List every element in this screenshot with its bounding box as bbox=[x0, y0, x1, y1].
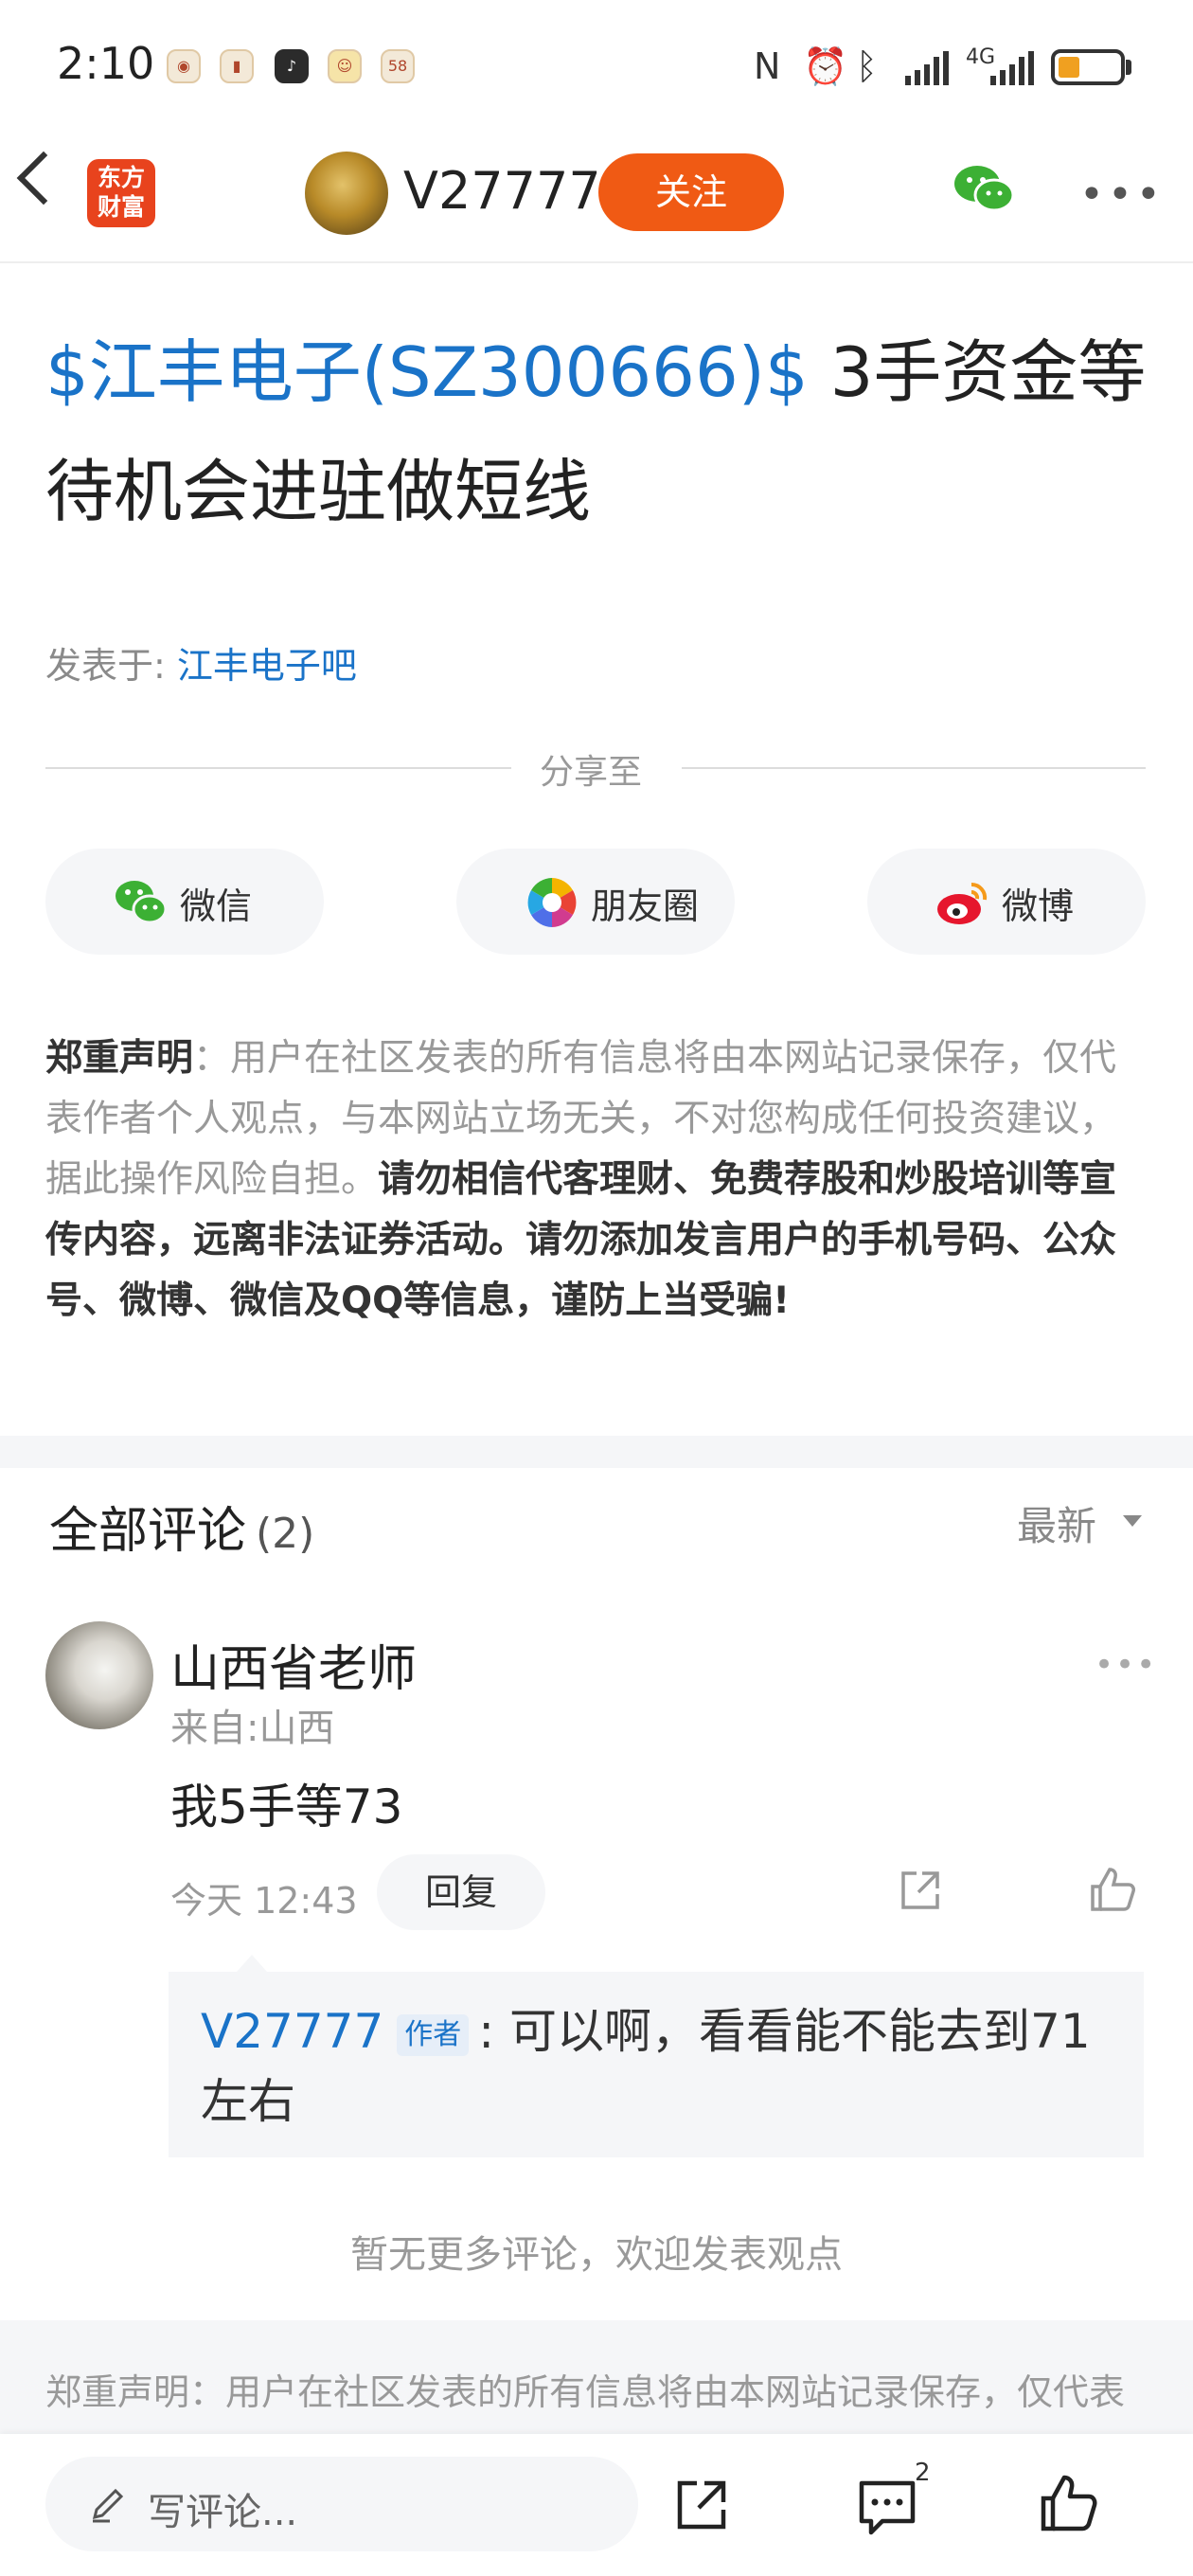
share-wechat-button[interactable]: 微信 bbox=[45, 849, 324, 955]
divider bbox=[45, 767, 511, 769]
section-separator bbox=[0, 1436, 1193, 1468]
comments-header: 全部评论 (2) bbox=[49, 1491, 314, 1562]
nfc-icon: N bbox=[754, 45, 781, 87]
message-icon: ☺ bbox=[328, 49, 362, 83]
weibo-icon bbox=[937, 882, 988, 924]
sort-dropdown[interactable]: 最新 bbox=[1017, 1494, 1096, 1552]
alarm-icon: ⏰ bbox=[803, 45, 848, 87]
signal-icon-2 bbox=[990, 49, 1038, 91]
author-badge: 作者 bbox=[397, 2013, 470, 2056]
disclaimer-head: 郑重声明 bbox=[45, 1037, 194, 1080]
comments-title: 全部评论 bbox=[49, 1503, 247, 1560]
commenter-name[interactable]: 山西省老师 bbox=[170, 1629, 417, 1700]
wechat-icon bbox=[116, 881, 168, 924]
red-app-icon: ▮ bbox=[220, 49, 254, 83]
write-comment-placeholder: 写评论... bbox=[148, 2491, 298, 2534]
share-moments-label: 朋友圈 bbox=[591, 886, 700, 927]
posted-prefix: 发表于: bbox=[45, 645, 177, 687]
toolbar-share-icon[interactable] bbox=[672, 2476, 731, 2534]
battery-icon bbox=[1051, 49, 1125, 85]
author-username[interactable]: V27777 bbox=[403, 161, 601, 221]
share-label: 分享至 bbox=[540, 753, 643, 792]
caret-down-icon[interactable] bbox=[1123, 1515, 1142, 1527]
news-icon: ◉ bbox=[167, 49, 201, 83]
author-reply[interactable]: V27777 作者: 可以啊，看看能不能去到71左右 bbox=[169, 1972, 1144, 2157]
more-options-icon[interactable]: ••• bbox=[1079, 174, 1165, 216]
follow-button[interactable]: 关注 bbox=[598, 153, 784, 231]
author-avatar[interactable] bbox=[305, 152, 388, 235]
logo-line-1: 东方 bbox=[97, 164, 145, 191]
comment-more-icon[interactable]: ••• bbox=[1095, 1646, 1157, 1684]
bluetooth-icon: ᛒ bbox=[856, 45, 878, 87]
commenter-location: 来自:山西 bbox=[170, 1707, 335, 1750]
commenter-avatar[interactable] bbox=[45, 1621, 153, 1729]
share-wechat-label: 微信 bbox=[180, 886, 253, 927]
board-link[interactable]: 江丰电子吧 bbox=[177, 645, 357, 687]
share-icon[interactable] bbox=[896, 1866, 945, 1915]
comment-text: 我5手等73 bbox=[170, 1780, 403, 1834]
battery-tip bbox=[1126, 60, 1131, 75]
share-weibo-label: 微博 bbox=[1002, 886, 1075, 927]
comments-count: (2) bbox=[256, 1510, 315, 1558]
tiktok-icon: ♪ bbox=[275, 49, 309, 83]
reply-username[interactable]: V27777 bbox=[201, 2004, 383, 2059]
reply-caret bbox=[237, 1955, 267, 1972]
app-58-icon: 58 bbox=[381, 49, 415, 83]
bottom-disclaimer: 郑重声明：用户在社区发表的所有信息将由本网站记录保存，仅代表作者个人观点，与本网… bbox=[45, 2371, 1126, 2413]
disclaimer: 郑重声明：用户在社区发表的所有信息将由本网站记录保存，仅代表作者个人观点，与本网… bbox=[45, 1029, 1149, 1332]
signal-icon bbox=[905, 49, 953, 91]
share-weibo-button[interactable]: 微博 bbox=[867, 849, 1146, 955]
logo-line-2: 财富 bbox=[97, 193, 145, 221]
back-icon[interactable] bbox=[16, 151, 71, 206]
comment-count-badge: 2 bbox=[915, 2459, 931, 2487]
app-logo[interactable]: 东方 财富 bbox=[87, 159, 155, 227]
divider bbox=[682, 767, 1146, 769]
toolbar-like-icon[interactable] bbox=[1038, 2472, 1100, 2534]
wechat-share-icon[interactable] bbox=[953, 163, 1015, 216]
post-title: $江丰电子(SZ300666)$ 3手资金等待机会进驻做短线 bbox=[45, 313, 1153, 551]
stock-tag-link[interactable]: $江丰电子(SZ300666)$ bbox=[45, 332, 809, 412]
no-more-comments: 暂无更多评论，欢迎发表观点 bbox=[350, 2233, 843, 2277]
toolbar-comment-icon[interactable] bbox=[856, 2476, 918, 2538]
status-time: 2:10 bbox=[57, 38, 155, 89]
comment-time: 今天 12:43 bbox=[170, 1880, 358, 1922]
pen-icon bbox=[92, 2488, 124, 2523]
like-icon[interactable] bbox=[1087, 1864, 1138, 1915]
write-comment-input[interactable]: 写评论... bbox=[45, 2457, 638, 2551]
share-moments-button[interactable]: 朋友圈 bbox=[456, 849, 735, 955]
moments-icon bbox=[527, 878, 577, 927]
header-divider bbox=[0, 261, 1193, 263]
reply-button[interactable]: 回复 bbox=[377, 1854, 545, 1930]
posted-in: 发表于: 江丰电子吧 bbox=[45, 636, 357, 689]
